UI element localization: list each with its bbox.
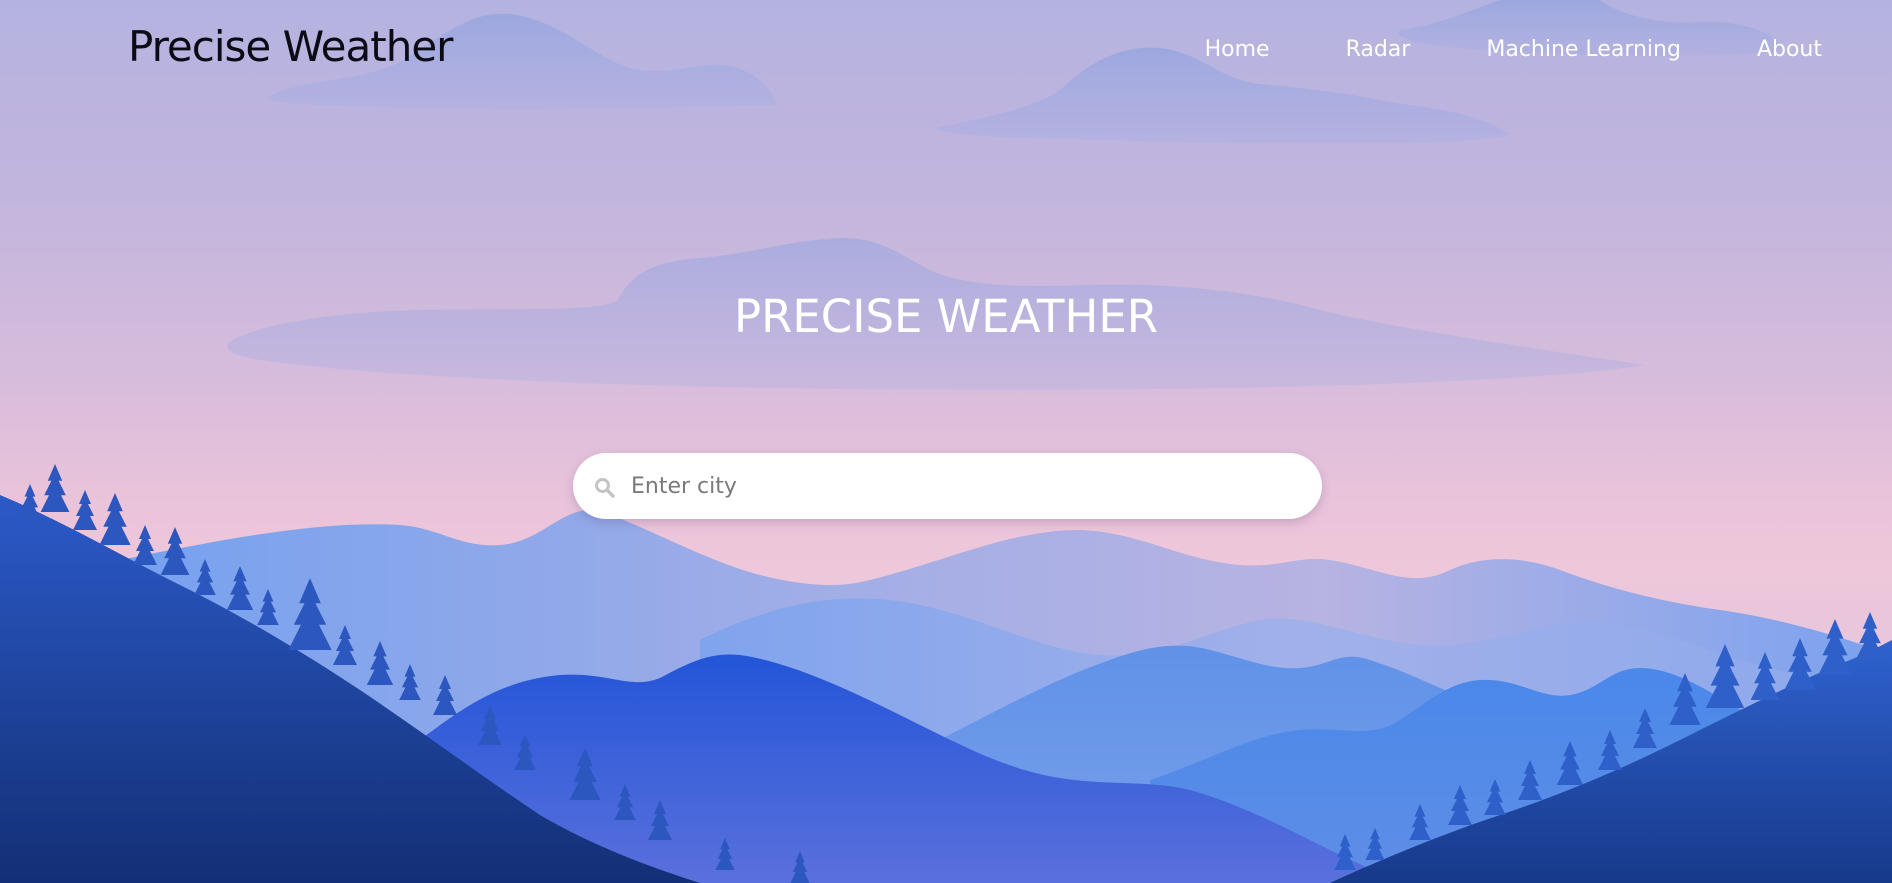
nav-home-link[interactable]: Home xyxy=(1205,37,1270,62)
brand-logo[interactable]: Precise Weather xyxy=(128,22,453,71)
main-nav: Home Radar Machine Learning About xyxy=(1129,37,1822,62)
landscape-background xyxy=(0,0,1892,883)
nav-about-link[interactable]: About xyxy=(1757,37,1822,62)
search-icon[interactable] xyxy=(593,476,617,500)
nav-radar-link[interactable]: Radar xyxy=(1346,37,1411,62)
city-search-input[interactable] xyxy=(631,453,1301,519)
search-bar xyxy=(573,453,1322,519)
nav-machine-learning-link[interactable]: Machine Learning xyxy=(1486,37,1681,62)
hero-title: PRECISE WEATHER xyxy=(733,290,1159,343)
